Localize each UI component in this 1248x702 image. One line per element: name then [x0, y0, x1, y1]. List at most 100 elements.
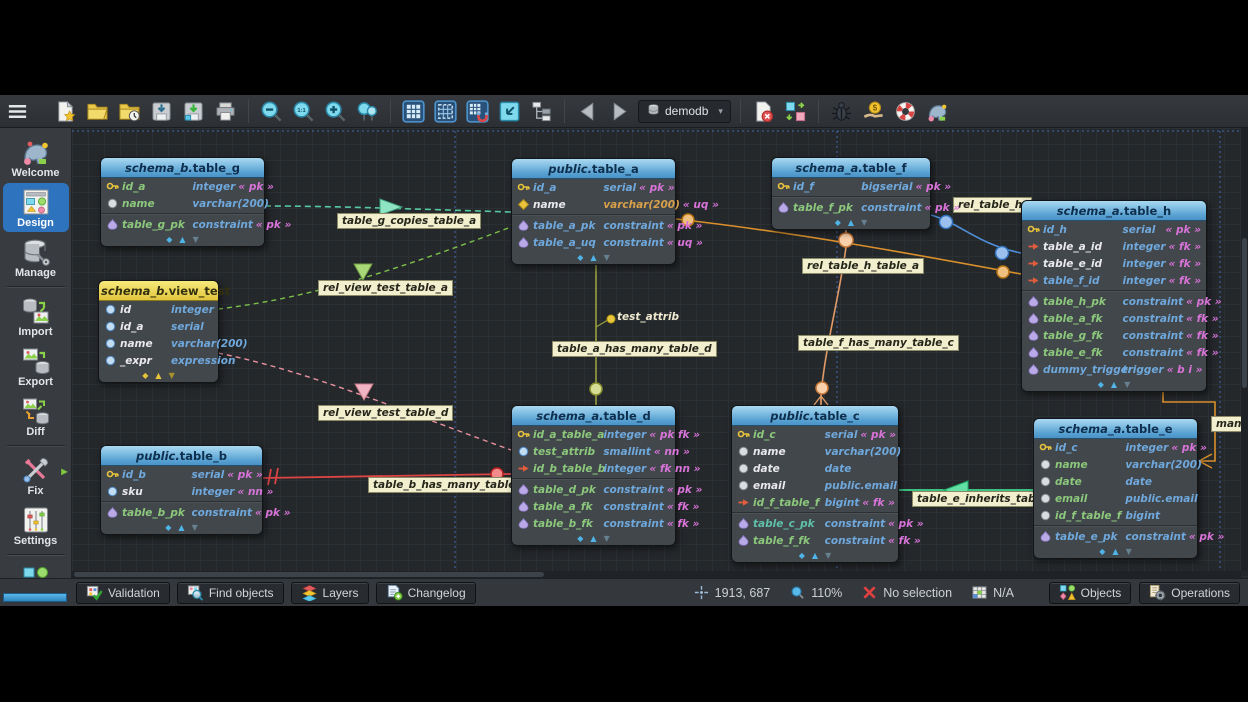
table-row[interactable]: table_h_pkconstraint« pk »	[1022, 293, 1206, 310]
collapse-down-icon[interactable]: ▼	[193, 235, 199, 244]
zoom-out-button[interactable]	[258, 98, 285, 125]
table-row[interactable]: id_aserial	[99, 318, 218, 335]
collapse-down-icon[interactable]: ▼	[604, 253, 610, 262]
table-row[interactable]: emailpublic.email	[732, 477, 898, 494]
table-table_c[interactable]: public.table_cid_cserial« pk »namevarcha…	[731, 405, 899, 563]
panel-button-objects[interactable]: Objects	[1049, 582, 1132, 604]
table-row[interactable]: namevarchar(200)	[99, 335, 218, 352]
statusbar-tab-layers[interactable]: Layers	[291, 582, 369, 604]
overview-button[interactable]	[354, 98, 381, 125]
table-row[interactable]: table_a_uqconstraint« uq »	[512, 234, 675, 251]
grid-snap-button[interactable]	[464, 98, 491, 125]
table-row[interactable]: skuinteger« nn »	[101, 483, 262, 500]
table-row[interactable]: id_f_table_fbigint« fk »	[732, 494, 898, 511]
collapse-diamond-icon[interactable]: ◆	[1098, 380, 1104, 389]
collapse-down-icon[interactable]: ▼	[192, 523, 198, 532]
expand-up-icon[interactable]: ▲	[590, 534, 596, 543]
table-table_h[interactable]: schema_a.table_hid_hserial« pk »table_a_…	[1021, 200, 1207, 392]
expand-up-icon[interactable]: ▲	[178, 523, 184, 532]
table-row[interactable]: id_aserial« pk »	[512, 179, 675, 196]
relationship-label-rel_view_test_table_a[interactable]: rel_view_test_table_a	[318, 280, 453, 296]
sidebar-item-fix[interactable]: ▶Fix	[3, 451, 69, 500]
collapse-down-icon[interactable]: ▼	[1124, 380, 1130, 389]
table-row[interactable]: datedate	[1034, 473, 1197, 490]
collapse-down-icon[interactable]: ▼	[861, 218, 867, 227]
relationship-label-table_g_copies_table_a[interactable]: table_g_copies_table_a	[337, 213, 481, 229]
new-model-button[interactable]	[52, 98, 79, 125]
table-row[interactable]: id_hserial« pk »	[1022, 221, 1206, 238]
model-tree-button[interactable]	[528, 98, 555, 125]
table-row[interactable]: _exprexpression	[99, 352, 218, 369]
table-row[interactable]: table_e_idinteger« fk »	[1022, 255, 1206, 272]
table-table_b[interactable]: public.table_bid_bserial« pk »skuinteger…	[100, 445, 263, 535]
table-row[interactable]: table_d_pkconstraint« pk »	[512, 481, 675, 498]
menu-button[interactable]	[4, 98, 31, 125]
support-button[interactable]	[892, 98, 919, 125]
table-row[interactable]: namevarchar(200)	[1034, 456, 1197, 473]
collapse-down-icon[interactable]: ▼	[1126, 547, 1132, 556]
nav-forward-button[interactable]	[606, 98, 633, 125]
table-table_d[interactable]: schema_a.table_did_a_table_ainteger« pk …	[511, 405, 676, 546]
table-row[interactable]: id_bserial« pk »	[101, 466, 262, 483]
collapse-diamond-icon[interactable]: ◆	[166, 235, 172, 244]
expand-up-icon[interactable]: ▲	[155, 371, 161, 380]
zoom-original-button[interactable]: 1:1	[290, 98, 317, 125]
collapse-down-icon[interactable]: ▼	[604, 534, 610, 543]
expand-up-icon[interactable]: ▲	[179, 235, 185, 244]
table-row[interactable]: table_a_fkconstraint« fk »	[512, 498, 675, 515]
relationship-label-rel_table_h_table_a[interactable]: rel_table_h_table_a	[802, 258, 924, 274]
expand-up-icon[interactable]: ▲	[812, 551, 818, 560]
relationship-label-table_f_has_many_table_c[interactable]: table_f_has_many_table_c	[798, 335, 959, 351]
expand-up-icon[interactable]: ▲	[1112, 547, 1118, 556]
relationship-label-rel_view_test_table_d[interactable]: rel_view_test_table_d	[318, 405, 453, 421]
grid-visible-button[interactable]	[400, 98, 427, 125]
table-row[interactable]: table_a_pkconstraint« pk »	[512, 217, 675, 234]
table-row[interactable]: table_a_fkconstraint« fk »	[1022, 310, 1206, 327]
sidebar-item-design[interactable]: Design	[3, 183, 69, 232]
collapse-diamond-icon[interactable]: ◆	[577, 253, 583, 262]
relationship-table-f-has-many-table-c[interactable]	[814, 222, 853, 405]
vertical-scrollbar[interactable]	[1241, 128, 1248, 571]
relationship-rel-table-h-table-f[interactable]	[931, 215, 1021, 260]
collapse-diamond-icon[interactable]: ◆	[1099, 547, 1105, 556]
expand-up-icon[interactable]: ▲	[590, 253, 596, 262]
statusbar-tab-validation[interactable]: Validation	[76, 582, 170, 604]
collapse-down-icon[interactable]: ▼	[169, 371, 175, 380]
collapse-diamond-icon[interactable]: ◆	[142, 371, 148, 380]
table-row[interactable]: namevarchar(200)	[101, 195, 264, 212]
table-row[interactable]: namevarchar(200)« uq »	[512, 196, 675, 213]
recent-models-button[interactable]	[116, 98, 143, 125]
table-row[interactable]: namevarchar(200)	[732, 443, 898, 460]
table-row[interactable]: table_a_idinteger« fk »	[1022, 238, 1206, 255]
table-row[interactable]: id_fbigserial« pk »	[772, 178, 930, 195]
bug-report-button[interactable]	[828, 98, 855, 125]
close-model-button[interactable]	[750, 98, 777, 125]
arrange-objects-button[interactable]	[782, 98, 809, 125]
table-row[interactable]: id_cserial« pk »	[732, 426, 898, 443]
collapse-down-icon[interactable]: ▼	[825, 551, 831, 560]
table-row[interactable]: table_f_pkconstraint« pk »	[772, 199, 930, 216]
horizontal-scrollbar[interactable]	[72, 571, 1241, 578]
table-row[interactable]: table_f_fkconstraint« fk »	[732, 532, 898, 549]
table-table_e[interactable]: schema_a.table_eid_cinteger« pk »namevar…	[1033, 418, 1198, 559]
table-row[interactable]: table_g_fkconstraint« fk »	[1022, 327, 1206, 344]
table-row[interactable]: table_b_fkconstraint« fk »	[512, 515, 675, 532]
sidebar-item-diff[interactable]: Diff	[3, 392, 69, 441]
table-row[interactable]: id_cinteger« pk »	[1034, 439, 1197, 456]
table-row[interactable]: table_g_pkconstraint« pk »	[101, 216, 264, 233]
donate-button[interactable]: $	[860, 98, 887, 125]
table-table_f[interactable]: schema_a.table_fid_fbigserial« pk »table…	[771, 157, 931, 230]
table-row[interactable]: id_a_table_ainteger« pk fk »	[512, 426, 675, 443]
table-row[interactable]: id_f_table_fbigint	[1034, 507, 1197, 524]
table-row[interactable]: emailpublic.email	[1034, 490, 1197, 507]
collapse-diamond-icon[interactable]: ◆	[799, 551, 805, 560]
sidebar-item-import[interactable]: Import	[3, 292, 69, 341]
print-button[interactable]	[212, 98, 239, 125]
save-model-button[interactable]	[148, 98, 175, 125]
relationship-rel-view-test-table-d[interactable]	[218, 353, 511, 450]
table-row[interactable]: table_c_pkconstraint« pk »	[732, 515, 898, 532]
sidebar-item-manage[interactable]: Manage	[3, 233, 69, 282]
grid-align-button[interactable]	[432, 98, 459, 125]
zoom-in-button[interactable]	[322, 98, 349, 125]
relationship-attribute-label[interactable]: test_attrib	[617, 311, 679, 323]
